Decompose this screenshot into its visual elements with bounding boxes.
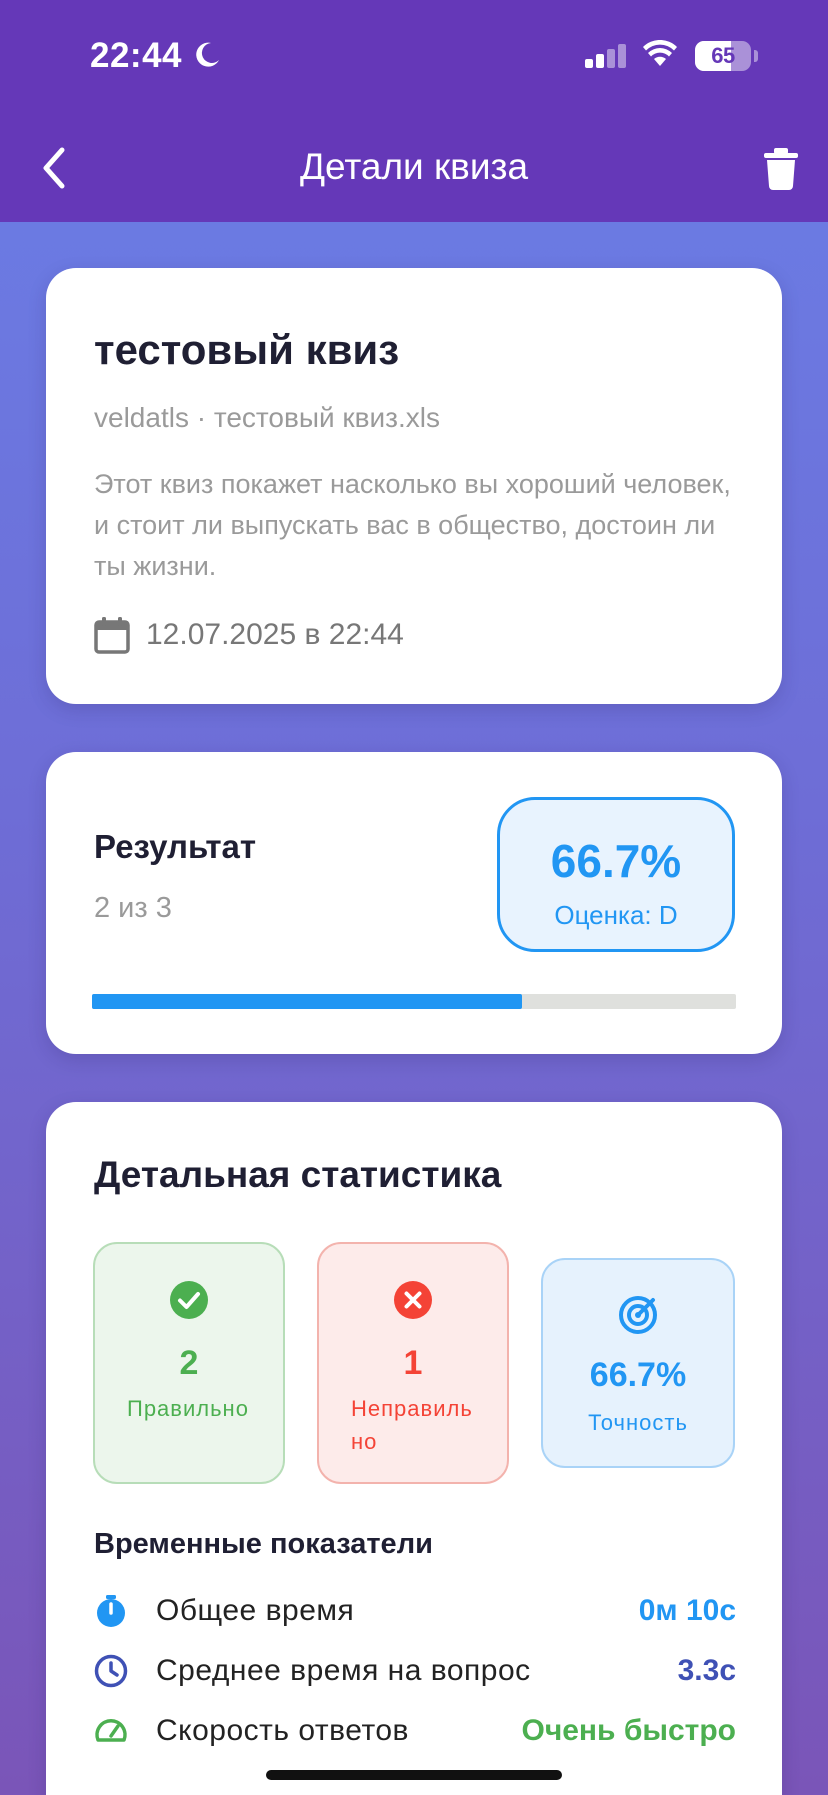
- cancel-circle-icon: [394, 1281, 432, 1319]
- stats-title: Детальная статистика: [94, 1154, 502, 1195]
- score-grade: Оценка: D: [554, 900, 678, 930]
- result-count: 2 из 3: [94, 892, 172, 924]
- accuracy-label: Точность: [588, 1410, 688, 1435]
- battery-level: 65: [711, 43, 735, 68]
- score-percent: 66.7%: [550, 835, 682, 887]
- wrong-label: Неправильно: [351, 1396, 473, 1454]
- answer-speed-label: Скорость ответов: [156, 1714, 409, 1747]
- calendar-icon: [94, 617, 130, 654]
- accuracy-tile: 66.7% Точность: [541, 1258, 735, 1468]
- correct-label: Правильно: [127, 1396, 249, 1421]
- check-circle-icon: [170, 1281, 208, 1319]
- wrong-tile: 1 Неправильно: [317, 1242, 509, 1484]
- battery-tip: [754, 50, 758, 62]
- total-time-row: Общее время 0м 10с: [94, 1590, 736, 1634]
- target-icon: [619, 1296, 657, 1334]
- average-time-row: Среднее время на вопрос 3.3с: [94, 1650, 736, 1694]
- wrong-count: 1: [403, 1344, 423, 1382]
- clock-icon: [94, 1654, 128, 1688]
- quiz-info-card: тестовый квиз veldatls · тестовый квиз.x…: [46, 268, 782, 704]
- time-metrics-title: Временные показатели: [94, 1528, 433, 1560]
- quiz-description: Этот квиз покажет насколько вы хороший ч…: [94, 469, 731, 581]
- result-card: Результат 2 из 3 66.7% Оценка: D: [46, 752, 782, 1054]
- timer-icon: [97, 1595, 125, 1627]
- speedometer-icon: [95, 1719, 127, 1742]
- correct-count: 2: [179, 1344, 199, 1382]
- status-bar: 22:44 65: [0, 0, 828, 112]
- battery-icon: 65: [695, 41, 751, 71]
- accuracy-value: 66.7%: [589, 1356, 687, 1394]
- home-indicator[interactable]: [266, 1770, 562, 1780]
- quiz-date: 12.07.2025 в 22:44: [146, 618, 404, 651]
- average-time-label: Среднее время на вопрос: [156, 1654, 531, 1687]
- correct-tile: 2 Правильно: [93, 1242, 285, 1484]
- moon-icon: [196, 42, 219, 67]
- answer-speed-row: Скорость ответов Очень быстро: [94, 1710, 736, 1754]
- total-time-value: 0м 10с: [638, 1594, 736, 1627]
- wifi-icon: [643, 40, 677, 66]
- detailed-stats-card: Детальная статистика 2 Правильно 1 Непра…: [46, 1102, 782, 1795]
- result-label: Результат: [94, 828, 257, 865]
- result-progress-bar: [92, 994, 736, 1009]
- result-progress-fill: [92, 994, 522, 1009]
- score-badge: 66.7% Оценка: D: [497, 797, 735, 952]
- status-time: 22:44: [90, 36, 183, 75]
- answer-speed-value: Очень быстро: [521, 1714, 736, 1747]
- delete-button[interactable]: [762, 146, 800, 190]
- page-title: Детали квиза: [299, 146, 529, 187]
- quiz-title: тестовый квиз: [94, 326, 400, 373]
- quiz-subtitle: veldatls · тестовый квиз.xls: [94, 402, 441, 433]
- cellular-signal-icon: [585, 44, 626, 68]
- average-time-value: 3.3с: [677, 1654, 736, 1687]
- total-time-label: Общее время: [156, 1594, 355, 1627]
